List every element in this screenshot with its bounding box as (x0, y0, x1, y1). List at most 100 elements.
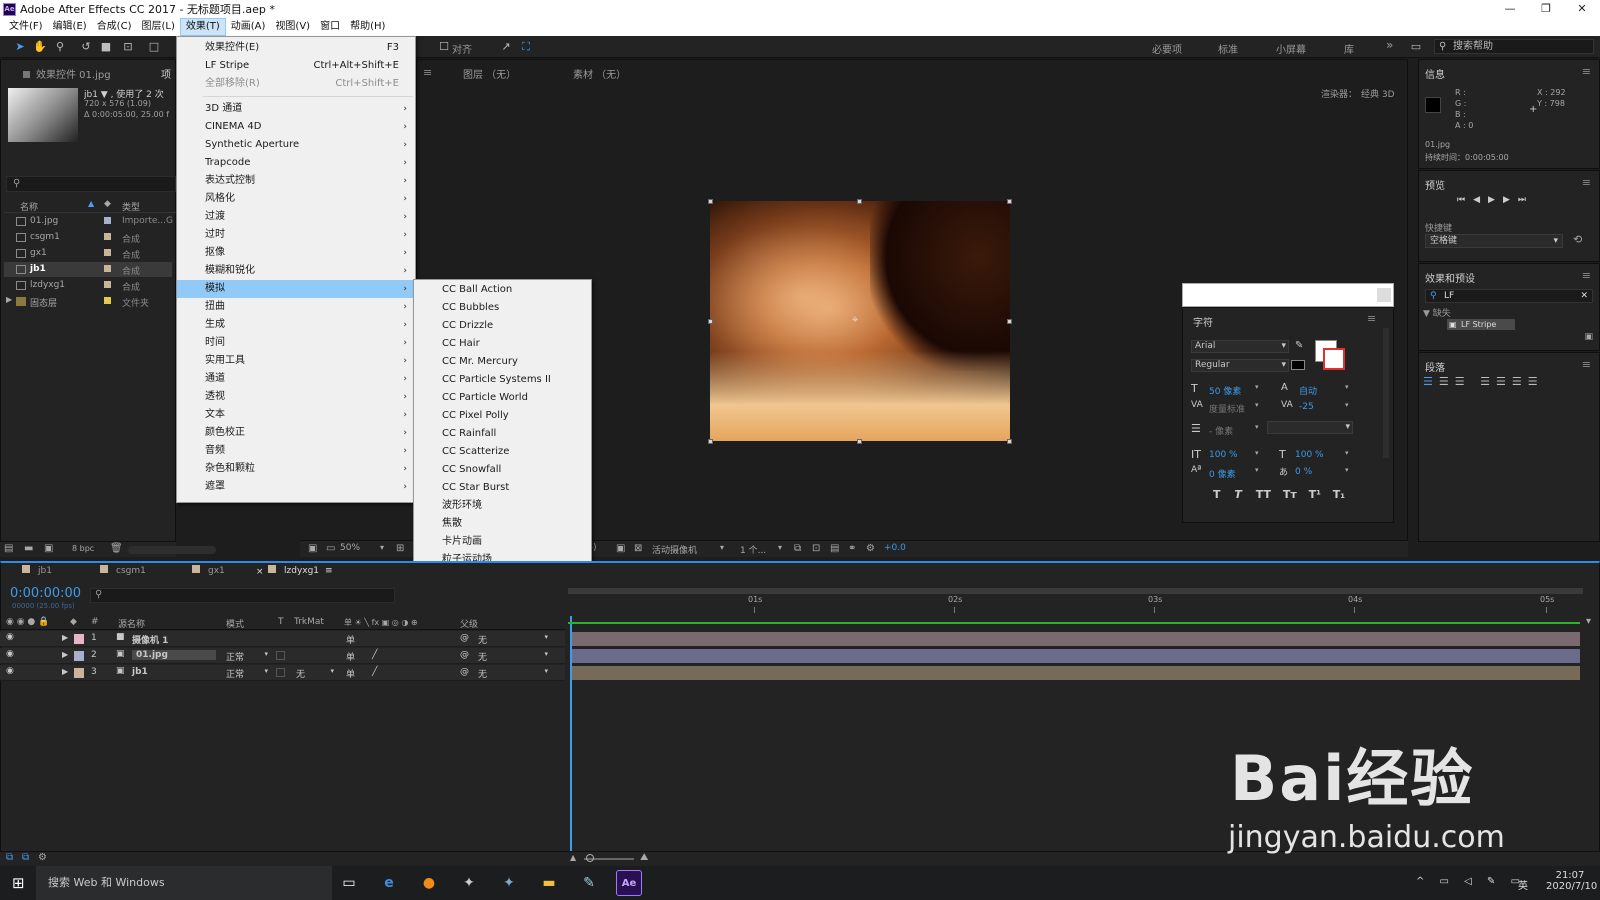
zoom-out-icon[interactable]: ▲ (570, 853, 576, 862)
menu-item-simulate[interactable]: CC Scatterize (414, 443, 591, 461)
tsume-value[interactable]: 0 % (1295, 467, 1312, 477)
horizontal-scale-value[interactable]: 100 % (1295, 450, 1324, 460)
superscript-button[interactable]: T¹ (1309, 488, 1321, 501)
layer-mode-dropdown[interactable]: 正常 ▾ (226, 667, 268, 680)
quality-switch[interactable]: ╱ (372, 667, 377, 677)
layer-label-swatch[interactable] (74, 651, 84, 661)
project-row[interactable]: lzdyxg1 合成 (4, 278, 172, 293)
new-composition-icon[interactable]: ▣ (44, 543, 53, 554)
task-view-icon[interactable]: ▭ (336, 870, 362, 896)
menu-item-category[interactable]: 杂色和颗粒 › (177, 460, 415, 478)
menu-effect[interactable]: 效果(T) (179, 18, 226, 36)
menu-item-category[interactable]: 过时 › (177, 226, 415, 244)
restore-button[interactable]: ❐ (1528, 0, 1564, 18)
hand-tool-icon[interactable]: ✋ (32, 39, 48, 55)
snap-icon[interactable]: ↗ (498, 39, 514, 55)
panel-menu-icon[interactable]: ≡ (1582, 176, 1591, 189)
anchor-point-icon[interactable]: ⌖ (852, 313, 858, 327)
font-family-dropdown[interactable]: Arial ▾ (1191, 340, 1289, 353)
taskbar-clock[interactable]: 21:07 2020/7/10 (1546, 870, 1597, 892)
subscript-button[interactable]: T₁ (1333, 488, 1345, 501)
align-right-icon[interactable]: ☰ (1455, 375, 1471, 388)
eyedropper-icon[interactable]: ✎ (1295, 340, 1303, 351)
expand-arrow-icon[interactable]: ▶ (62, 667, 68, 676)
workspace-small-screen[interactable]: 小屏幕 (1276, 41, 1306, 56)
menu-item-category[interactable]: Trapcode › (177, 154, 415, 172)
parent-dropdown[interactable]: 无 ▾ (478, 633, 548, 646)
justify-left-icon[interactable]: ☰ (1480, 375, 1496, 388)
column-trkmat[interactable]: TrkMat (294, 617, 324, 627)
menu-item-category[interactable]: 实用工具 › (177, 352, 415, 370)
current-timecode[interactable]: 0:00:00:00 (10, 586, 81, 601)
toggle-switches-icon[interactable]: ⧉ (6, 852, 13, 863)
preserve-transparency-box[interactable] (276, 668, 285, 677)
file-explorer-icon[interactable]: ▬ (536, 870, 562, 896)
menu-item-simulate[interactable]: CC Snowfall (414, 461, 591, 479)
reset-exposure-icon[interactable]: ⚙ (866, 543, 875, 554)
interpret-footage-icon[interactable]: ▤ (4, 543, 13, 554)
layer-name[interactable]: 摄像机 1 (132, 633, 168, 646)
last-frame-icon[interactable]: ⏭ (1518, 195, 1534, 205)
align-center-icon[interactable]: ☰ (1439, 375, 1455, 388)
visibility-eye-icon[interactable]: ◉ (6, 666, 14, 676)
lf-stripe-item[interactable]: ▣ LF Stripe (1447, 319, 1515, 330)
font-style-dropdown[interactable]: Regular ▾ (1191, 359, 1289, 372)
layer-label-swatch[interactable] (74, 634, 84, 644)
timeline-tab[interactable]: gx1 (192, 565, 225, 581)
bounding-handle[interactable] (1007, 199, 1012, 204)
bounding-handle[interactable] (857, 439, 862, 444)
camera-tool-icon[interactable]: ■ (98, 39, 114, 55)
align-left-icon[interactable]: ☰ (1423, 375, 1439, 388)
search-help-toggle-icon[interactable]: ▭ (1408, 39, 1424, 55)
tab-footage[interactable]: 素材 （无） (573, 66, 626, 81)
comp-marker-icon[interactable]: ▾ (1586, 616, 1591, 627)
menu-item-category[interactable]: CINEMA 4D › (177, 118, 415, 136)
project-row[interactable]: gx1 合成 (4, 246, 172, 261)
timeline-icon[interactable]: ▤ (830, 543, 839, 554)
column-source-name[interactable]: 源名称 (118, 617, 145, 630)
project-search-input[interactable]: ⚲ (6, 176, 176, 192)
app-icon[interactable]: ✦ (496, 870, 522, 896)
chevron-down-icon[interactable]: ▾ (1255, 449, 1259, 457)
after-effects-taskbar-icon[interactable]: Ae (616, 870, 642, 896)
panel-menu-icon[interactable]: ≡ (1367, 312, 1376, 325)
bit-depth-button[interactable]: 8 bpc (72, 544, 94, 553)
app-icon[interactable]: ✦ (456, 870, 482, 896)
layer-mode-dropdown[interactable]: 正常 ▾ (226, 650, 268, 663)
stroke-color-swatch[interactable] (1323, 348, 1345, 370)
bounding-handle[interactable] (1007, 319, 1012, 324)
monitor-icon[interactable]: ▭ (326, 543, 335, 554)
exposure-value[interactable]: +0.0 (884, 543, 906, 553)
workspace-library[interactable]: 库 (1344, 41, 1354, 56)
stroke-width-value[interactable]: - 像素 (1209, 424, 1233, 437)
fast-previews-icon[interactable]: ⧉ (794, 543, 801, 554)
project-row[interactable]: csgm1 合成 (4, 230, 172, 245)
windows-start-icon[interactable]: ⊞ (12, 874, 25, 892)
trash-icon[interactable]: 🗑 (110, 543, 123, 554)
expand-arrow-icon[interactable]: ▶ (62, 650, 68, 659)
shape-tool-icon[interactable]: □ (146, 39, 162, 55)
label-column-icon[interactable]: ◆ (70, 617, 77, 627)
zoom-tool-icon[interactable]: ⚲ (52, 39, 68, 55)
column-name-header[interactable]: 名称 (20, 200, 38, 213)
layer-row[interactable]: ◉ ▶ 2 ▣ 01.jpg 正常 ▾ 单 ╱ @ 无 ▾ (0, 648, 565, 664)
expand-arrow-icon[interactable]: ▶ (62, 633, 68, 642)
region-of-interest-icon[interactable]: ▣ (616, 543, 625, 554)
menu-animation[interactable]: 动画(A) (226, 18, 271, 36)
small-caps-button[interactable]: Tт (1283, 488, 1297, 501)
faux-italic-button[interactable]: T (1234, 488, 1242, 501)
menu-item-simulate[interactable]: CC Pixel Polly (414, 407, 591, 425)
panel-scrollbar[interactable] (1383, 328, 1389, 458)
menu-item-simulate[interactable]: CC Particle Systems II (414, 371, 591, 389)
menu-item-simulate[interactable]: 波形环境 (414, 497, 591, 515)
menu-file[interactable]: 文件(F) (4, 18, 48, 36)
timeline-tab[interactable]: jb1 (22, 565, 52, 581)
bounding-handle[interactable] (1007, 439, 1012, 444)
menu-item-category[interactable]: 通道 › (177, 370, 415, 388)
chevron-down-icon[interactable]: ▾ (380, 543, 384, 552)
close-floating-icon[interactable] (1377, 288, 1391, 302)
menu-item-simulate[interactable]: CC Bubbles (414, 299, 591, 317)
time-ruler[interactable]: 01s 02s 03s 04s 05s (568, 595, 1583, 615)
chevron-down-icon[interactable]: ▾ (1345, 466, 1349, 474)
menu-item-simulate[interactable]: 焦散 (414, 515, 591, 533)
